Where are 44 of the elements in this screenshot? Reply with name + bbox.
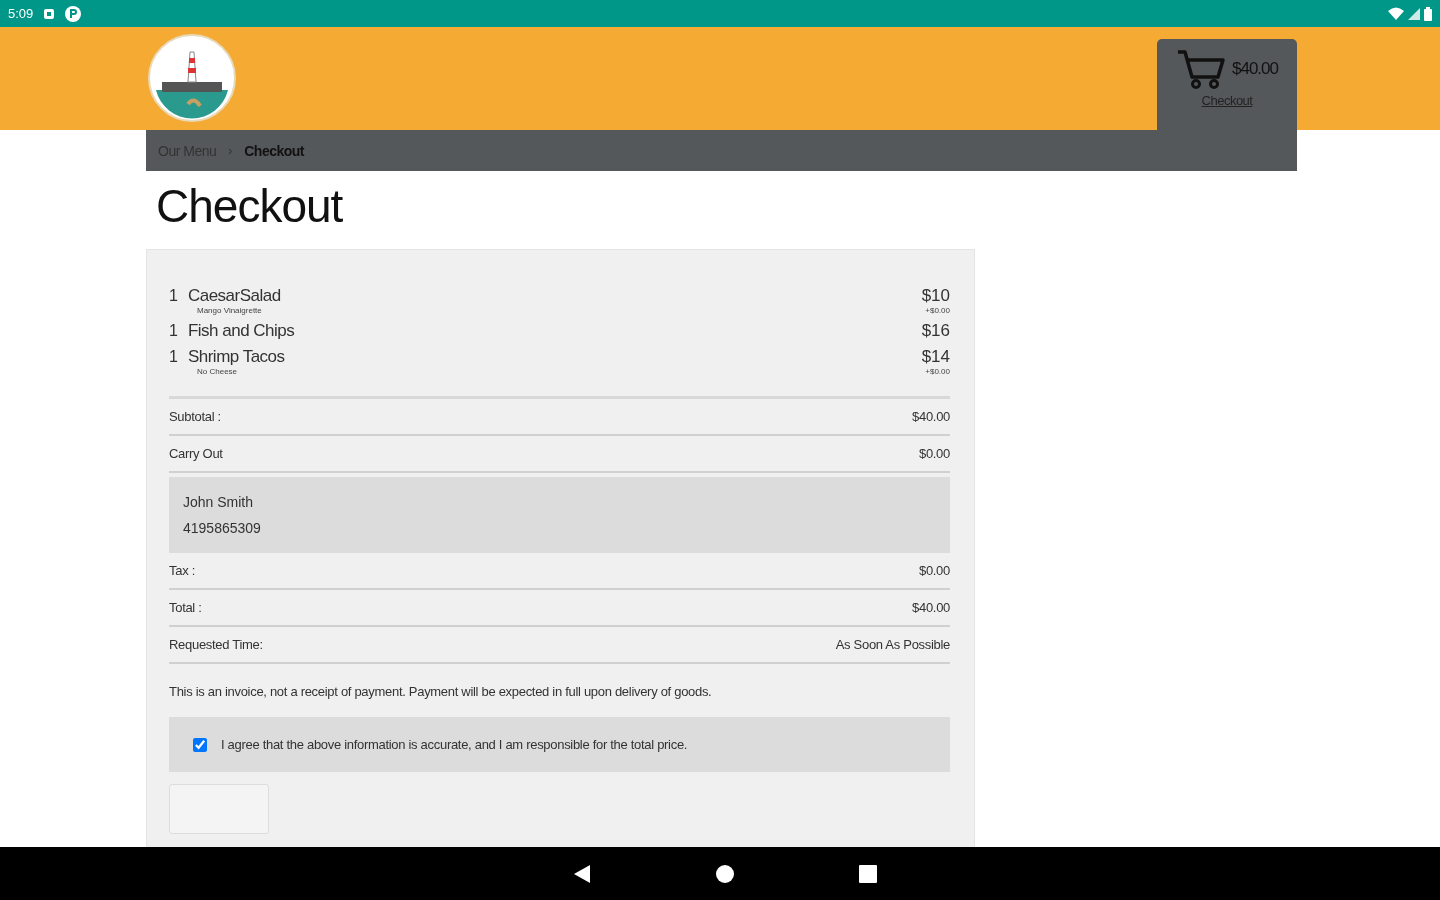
wifi-icon [1388, 7, 1404, 20]
option-price: +$0.00 [924, 306, 950, 315]
home-icon[interactable] [715, 863, 735, 884]
item-price: $10 [921, 286, 950, 306]
item-quantity: 1 [169, 322, 178, 340]
breadcrumb-separator: › [228, 143, 233, 158]
summary-value: $0.00 [918, 563, 950, 578]
summary-label: Subtotal : [169, 409, 221, 424]
item-quantity: 1 [169, 348, 178, 366]
option-price: +$0.00 [924, 367, 950, 376]
summary-label: Tax : [169, 563, 195, 578]
item-name: CaesarSalad [187, 286, 281, 306]
item-price: $14 [921, 347, 950, 367]
page-title: Checkout [156, 179, 344, 233]
cart-icon[interactable] [1176, 49, 1226, 89]
summary-value: $40.00 [912, 600, 950, 615]
contact-line: 4195865309 [183, 519, 262, 538]
notification-icon [65, 5, 82, 22]
agree-checkbox[interactable] [193, 737, 207, 752]
summary-value: $40.00 [912, 409, 950, 424]
clock-time: 5:09 [8, 6, 34, 21]
agreement-text: I agree that the above information is accurate, and I am responsible for the total price. [221, 737, 688, 752]
notification-icon [43, 7, 56, 20]
breadcrumb-current: Checkout [244, 142, 305, 159]
item-price: $16 [921, 321, 950, 341]
checkout-link[interactable]: Checkout [1201, 93, 1253, 108]
contact-line: John Smith [183, 493, 255, 512]
summary-value: $0.00 [918, 446, 950, 461]
item-quantity: 1 [169, 287, 178, 305]
invoice-notice: This is an invoice, not a receipt of payment. Payment will be expected in full upon delivery of goods. [169, 684, 713, 699]
cart-total: $40.00 [1232, 59, 1278, 79]
item-name: Shrimp Tacos [187, 347, 285, 367]
lighthouse-logo[interactable] [148, 34, 236, 122]
summary-label: Carry Out [169, 446, 223, 461]
summary-value: As Soon As Possible [835, 637, 950, 652]
item-name: Fish and Chips [187, 321, 295, 341]
item-option: Mango Vinaigrette [169, 306, 281, 315]
item-option: No Cheese [169, 367, 285, 376]
battery-icon [1424, 6, 1432, 21]
back-icon[interactable] [573, 863, 591, 884]
recents-icon[interactable] [859, 864, 877, 883]
summary-label: Requested Time: [169, 637, 263, 652]
summary-label: Total : [169, 600, 202, 615]
signal-icon [1408, 7, 1420, 20]
